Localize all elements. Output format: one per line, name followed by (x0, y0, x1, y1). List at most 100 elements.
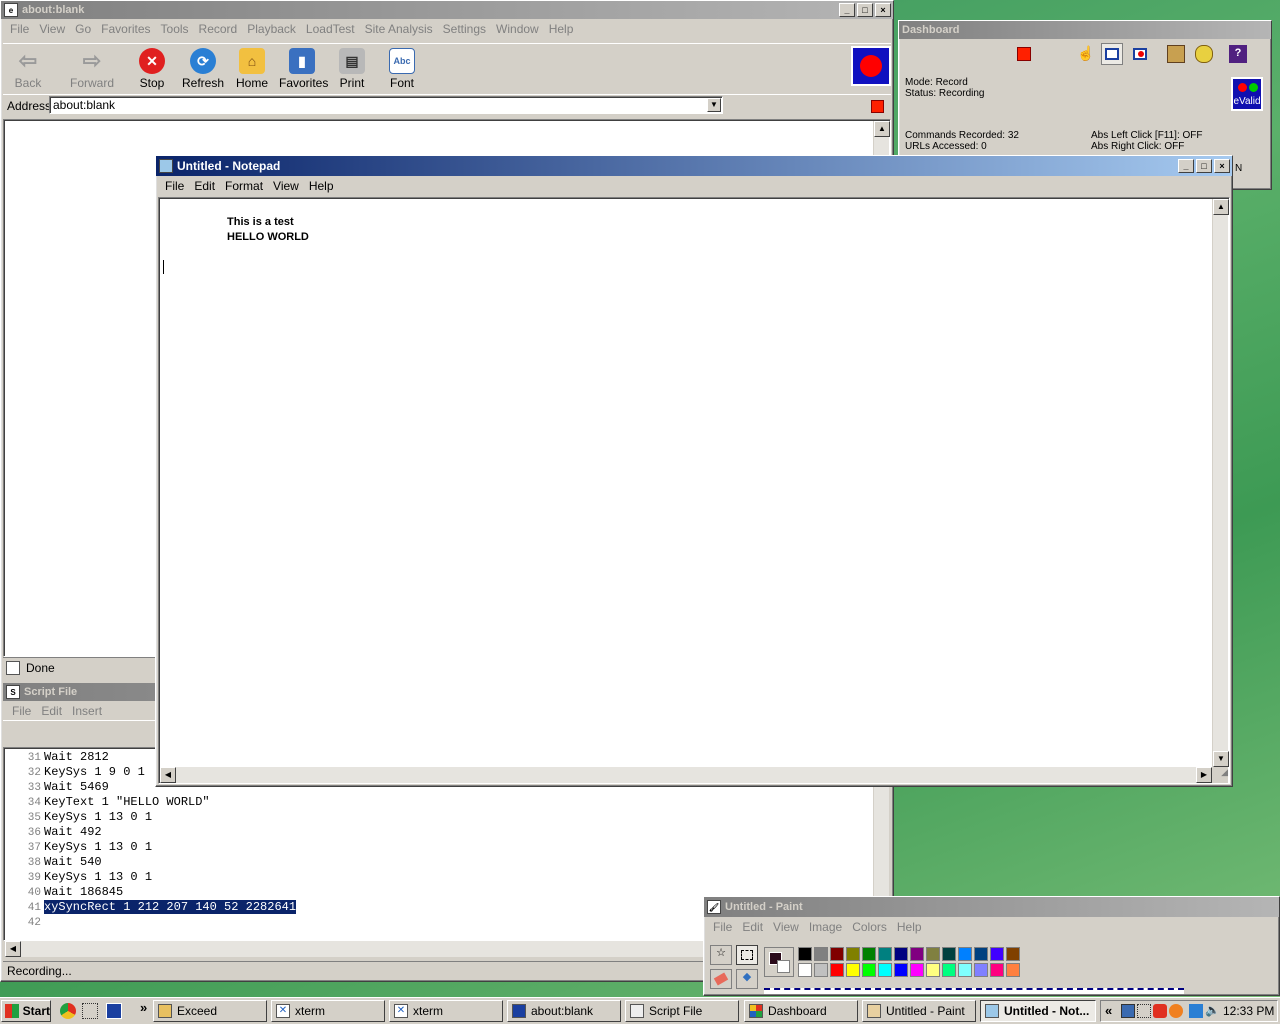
palette-swatch[interactable] (942, 963, 956, 977)
task-dashboard[interactable]: Dashboard (744, 1000, 858, 1022)
palette-swatch[interactable] (926, 963, 940, 977)
tray-update-icon[interactable] (1169, 1004, 1183, 1018)
window-view-icon[interactable] (1101, 43, 1123, 65)
notepad-titlebar[interactable]: Untitled - Notepad _ □ × (156, 156, 1232, 176)
free-select-tool-icon[interactable]: ☆ (710, 945, 732, 965)
home-button[interactable]: ⌂ Home (229, 48, 275, 90)
back-button[interactable]: ⇦ Back (5, 48, 51, 90)
menu-view[interactable]: View (34, 22, 70, 36)
current-colors[interactable] (764, 947, 794, 977)
notepad-hscrollbar[interactable]: ◀ ▶ (160, 767, 1212, 783)
palette-swatch[interactable] (974, 963, 988, 977)
task-about-blank[interactable]: about:blank (507, 1000, 621, 1022)
palette-swatch[interactable] (814, 963, 828, 977)
palette-swatch[interactable] (862, 963, 876, 977)
palette-swatch[interactable] (894, 963, 908, 977)
scroll-right-button[interactable]: ▶ (1196, 767, 1212, 783)
menu-loadtest[interactable]: LoadTest (301, 22, 360, 36)
close-button[interactable]: × (875, 3, 891, 17)
address-dropdown-button[interactable]: ▼ (707, 98, 721, 112)
maximize-button[interactable]: □ (1196, 159, 1212, 173)
palette-swatch[interactable] (1006, 963, 1020, 977)
palette-swatch[interactable] (990, 947, 1004, 961)
script-line[interactable]: 35 KeySys 1 13 0 1 (4, 810, 874, 825)
task-exceed[interactable]: Exceed (153, 1000, 267, 1022)
scroll-up-button[interactable]: ▲ (874, 121, 890, 137)
notepad-menu-help[interactable]: Help (304, 179, 339, 193)
task-xterm-2[interactable]: ✕ xterm (389, 1000, 503, 1022)
font-button[interactable]: Abc Font (379, 48, 425, 90)
scroll-down-button[interactable]: ▼ (1213, 751, 1229, 767)
scroll-up-button[interactable]: ▲ (1213, 199, 1229, 215)
palette-swatch[interactable] (942, 947, 956, 961)
refresh-button[interactable]: ⟳ Refresh (180, 48, 226, 90)
record-window-icon[interactable] (1131, 45, 1149, 63)
evalid-quick-icon[interactable] (106, 1003, 122, 1019)
maximize-button[interactable]: □ (857, 3, 873, 17)
palette-swatch[interactable] (814, 947, 828, 961)
palette-swatch[interactable] (862, 947, 876, 961)
hand-cursor-icon[interactable]: ☝ (1077, 45, 1095, 63)
menu-settings[interactable]: Settings (438, 22, 491, 36)
task-notepad[interactable]: Untitled - Not... (980, 1000, 1096, 1022)
stop-button[interactable]: ✕ Stop (129, 48, 175, 90)
minimize-button[interactable]: _ (1178, 159, 1194, 173)
tray-chevron[interactable]: « (1105, 1003, 1112, 1018)
quicklaunch-chevron[interactable]: » (140, 1000, 147, 1015)
paint-menu-file[interactable]: File (708, 920, 737, 934)
script-menu-insert[interactable]: Insert (67, 704, 107, 718)
menu-record[interactable]: Record (194, 22, 243, 36)
help-icon[interactable]: ? (1229, 45, 1247, 63)
script-line[interactable]: 37 KeySys 1 13 0 1 (4, 840, 874, 855)
database-icon[interactable] (1195, 45, 1213, 63)
size-grip-icon[interactable]: ◢ (1212, 767, 1228, 783)
palette-swatch[interactable] (878, 963, 892, 977)
paint-menu-image[interactable]: Image (804, 920, 847, 934)
palette-swatch[interactable] (894, 947, 908, 961)
fill-tool-icon[interactable]: ◆ (736, 969, 758, 989)
script-menu-edit[interactable]: Edit (36, 704, 67, 718)
dashboard-titlebar[interactable]: Dashboard (899, 21, 1271, 39)
settings-tool-icon[interactable] (1167, 45, 1185, 63)
record-stop-icon[interactable] (871, 100, 884, 113)
notepad-vscrollbar[interactable]: ▲ ▼ (1212, 199, 1229, 767)
start-button[interactable]: Start (1, 1000, 51, 1022)
palette-swatch[interactable] (798, 947, 812, 961)
palette-swatch[interactable] (846, 947, 860, 961)
menu-favorites[interactable]: Favorites (96, 22, 155, 36)
palette-swatch[interactable] (798, 963, 812, 977)
eraser-tool-icon[interactable] (710, 969, 732, 989)
dashboard-stop-icon[interactable] (1017, 47, 1031, 61)
notepad-menu-format[interactable]: Format (220, 179, 268, 193)
paint-menu-view[interactable]: View (768, 920, 804, 934)
scroll-left-button[interactable]: ◀ (160, 767, 176, 783)
menu-playback[interactable]: Playback (242, 22, 301, 36)
tray-monitor-icon[interactable] (1121, 1004, 1135, 1018)
palette-swatch[interactable] (1006, 947, 1020, 961)
forward-button[interactable]: ⇨ Forward (69, 48, 115, 90)
address-input[interactable]: about:blank (49, 96, 723, 114)
menu-tools[interactable]: Tools (156, 22, 194, 36)
script-line[interactable]: 34 KeyText 1 "HELLO WORLD" (4, 795, 874, 810)
menu-help[interactable]: Help (544, 22, 579, 36)
paint-menu-edit[interactable]: Edit (737, 920, 768, 934)
network-icon[interactable] (82, 1003, 98, 1019)
script-line[interactable]: 36 Wait 492 (4, 825, 874, 840)
notepad-menu-edit[interactable]: Edit (189, 179, 220, 193)
palette-swatch[interactable] (990, 963, 1004, 977)
browser-titlebar[interactable]: e about:blank _ □ × (1, 1, 893, 19)
close-button[interactable]: × (1214, 159, 1230, 173)
palette-swatch[interactable] (830, 947, 844, 961)
scroll-left-button[interactable]: ◀ (5, 941, 21, 957)
script-line[interactable]: 39 KeySys 1 13 0 1 (4, 870, 874, 885)
record-indicator-icon[interactable] (851, 46, 891, 86)
task-script-file[interactable]: Script File (625, 1000, 739, 1022)
paint-titlebar[interactable]: 🖌 Untitled - Paint (704, 897, 1279, 917)
notepad-menu-file[interactable]: File (160, 179, 189, 193)
palette-swatch[interactable] (830, 963, 844, 977)
tray-grid-icon[interactable] (1137, 1004, 1151, 1018)
palette-swatch[interactable] (910, 963, 924, 977)
palette-swatch[interactable] (878, 947, 892, 961)
evalid-logo[interactable]: eValid (1231, 77, 1263, 111)
tray-volume-icon[interactable]: 🔈 (1205, 1003, 1220, 1017)
